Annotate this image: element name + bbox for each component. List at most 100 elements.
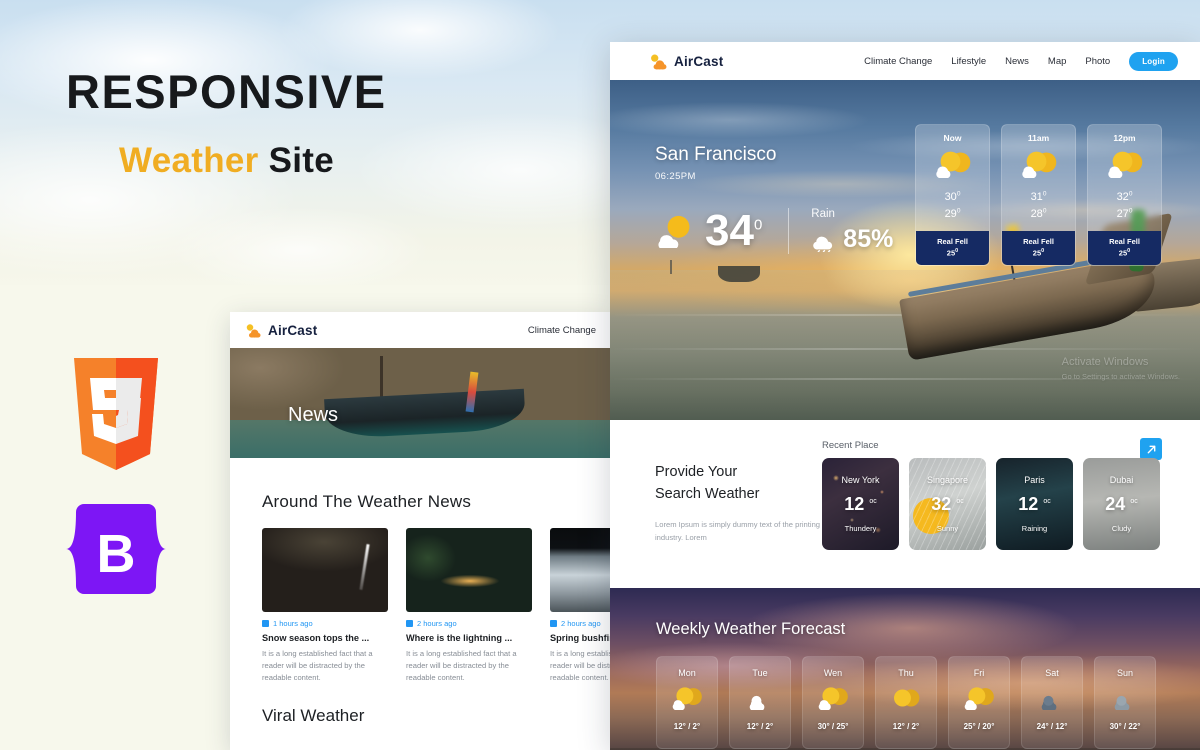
real-feel-label: Real Fell bbox=[937, 237, 968, 247]
hero-distant-mast bbox=[670, 260, 672, 274]
arrow-up-right-icon bbox=[1147, 445, 1155, 453]
rain-percentage: 85% bbox=[843, 225, 894, 253]
day-forecast-card[interactable]: Fri 25° / 20° bbox=[948, 656, 1010, 749]
clock-icon bbox=[550, 620, 557, 627]
current-temperature: 340 bbox=[705, 206, 763, 256]
news-headline[interactable]: Snow season tops the ... bbox=[262, 633, 388, 643]
hourly-forecast-list: Now 300 290 Real Fell 250 11am 310 280 R… bbox=[915, 124, 1162, 267]
sun-icon bbox=[894, 689, 920, 707]
poster-subtitle-accent: Weather bbox=[119, 141, 259, 180]
hourly-forecast-card[interactable]: 11am 310 280 Real Fell 250 bbox=[1001, 124, 1076, 267]
sun-behind-cloud-icon bbox=[672, 687, 702, 710]
day-forecast-card[interactable]: Sat 24° / 12° bbox=[1021, 656, 1083, 749]
nav-link-lifestyle[interactable]: Lifestyle bbox=[951, 56, 986, 67]
day-name: Thu bbox=[898, 668, 914, 678]
news-headline[interactable]: Where is the lightning ... bbox=[406, 633, 532, 643]
hero-banner: Activate Windows Go to Settings to activ… bbox=[610, 80, 1200, 420]
news-timestamp: 1 hours ago bbox=[273, 619, 313, 628]
hourly-forecast-card[interactable]: 12pm 320 270 Real Fell 250 bbox=[1087, 124, 1162, 267]
news-brand[interactable]: AirCast bbox=[244, 323, 317, 338]
news-thumbnail-snow bbox=[550, 528, 610, 612]
nav-link-climate-change[interactable]: Climate Change bbox=[864, 56, 932, 67]
nav-link-map[interactable]: Map bbox=[1048, 56, 1066, 67]
place-card[interactable]: New York 12 oc Thundery bbox=[822, 458, 899, 550]
day-temps: 30° / 22° bbox=[1109, 722, 1141, 731]
news-headline[interactable]: Spring bushfire outlo bbox=[550, 633, 610, 643]
place-card[interactable]: Singapore 32 oc Sunny bbox=[909, 458, 986, 550]
nav-link-news[interactable]: News bbox=[1005, 56, 1029, 67]
search-title-line2: Search Weather bbox=[655, 485, 760, 502]
sun-behind-cloud-icon bbox=[818, 687, 848, 710]
hour-low: 290 bbox=[944, 207, 961, 221]
news-nav-link-climate-change[interactable]: Climate Change bbox=[528, 325, 596, 336]
recent-place-next-button[interactable] bbox=[1140, 438, 1162, 460]
tech-logos: B bbox=[66, 358, 166, 594]
current-time: 06:25PM bbox=[655, 171, 696, 182]
news-hero-mast bbox=[380, 356, 383, 400]
day-temps: 12° / 2° bbox=[892, 722, 920, 731]
dark-cloud-icon bbox=[1041, 695, 1057, 711]
place-condition: Sunny bbox=[936, 524, 959, 533]
place-card[interactable]: Dubai 24 oc Cludy bbox=[1083, 458, 1160, 550]
day-forecast-card[interactable]: Mon 12° / 2° bbox=[656, 656, 718, 749]
day-temps: 12° / 2° bbox=[746, 722, 774, 731]
rain-label: Rain bbox=[811, 208, 835, 220]
day-forecast-card[interactable]: Wen 30° / 25° bbox=[802, 656, 864, 749]
news-list-item[interactable]: 2 hours ago Where is the lightning ... I… bbox=[406, 528, 532, 684]
news-thumbnail-storm bbox=[262, 528, 388, 612]
divider bbox=[788, 208, 790, 254]
sun-behind-cloud-icon bbox=[1021, 151, 1056, 178]
real-feel-label: Real Fell bbox=[1109, 237, 1140, 247]
place-condition: Thundery bbox=[844, 524, 877, 533]
search-title-line1: Provide Your bbox=[655, 464, 738, 480]
day-name: Sat bbox=[1045, 668, 1059, 678]
windows-watermark: Activate Windows Go to Settings to activ… bbox=[1062, 354, 1180, 382]
real-feel-value: 25 bbox=[946, 248, 956, 258]
weather-logo-icon bbox=[651, 54, 667, 69]
hourly-forecast-card[interactable]: Now 300 290 Real Fell 250 bbox=[915, 124, 990, 267]
rain-cloud-icon bbox=[813, 236, 833, 252]
hour-real-feel: Real Fell 250 bbox=[916, 231, 989, 266]
day-forecast-card[interactable]: Sun 30° / 22° bbox=[1094, 656, 1156, 749]
place-temp: 24 oc bbox=[1105, 494, 1138, 514]
day-forecast-card[interactable]: Tue 12° / 2° bbox=[729, 656, 791, 749]
news-meta: 1 hours ago bbox=[262, 619, 388, 628]
main-nav-links: Climate Change Lifestyle News Map Photo … bbox=[864, 51, 1178, 71]
bootstrap-logo: B bbox=[66, 504, 166, 594]
news-timestamp: 2 hours ago bbox=[561, 619, 601, 628]
day-name: Tue bbox=[752, 668, 768, 678]
hour-low: 280 bbox=[1030, 207, 1047, 221]
day-name: Mon bbox=[678, 668, 696, 678]
search-weather-section: Provide Your Search Weather Lorem Ipsum … bbox=[610, 420, 1200, 588]
news-list-item[interactable]: 1 hours ago Snow season tops the ... It … bbox=[262, 528, 388, 684]
sun-behind-cloud-icon bbox=[1107, 151, 1142, 178]
news-meta: 2 hours ago bbox=[550, 619, 610, 628]
news-content: Around The Weather News 1 hours ago Snow… bbox=[230, 458, 610, 726]
news-timestamp: 2 hours ago bbox=[417, 619, 457, 628]
cloud-icon bbox=[749, 695, 765, 711]
place-card[interactable]: Paris 12 oc Raining bbox=[996, 458, 1073, 550]
day-name: Fri bbox=[973, 668, 985, 678]
news-thumbnail-town bbox=[406, 528, 532, 612]
rain-value-row: 85% bbox=[811, 225, 893, 254]
day-forecast-card[interactable]: Thu 12° / 2° bbox=[875, 656, 937, 749]
day-name: Sun bbox=[1116, 668, 1133, 678]
recent-place-label: Recent Place bbox=[822, 440, 879, 451]
login-button[interactable]: Login bbox=[1129, 51, 1178, 71]
hour-high: 320 bbox=[1116, 190, 1133, 203]
news-list-item[interactable]: 2 hours ago Spring bushfire outlo It is … bbox=[550, 528, 610, 684]
place-temp: 12 oc bbox=[844, 494, 877, 514]
nav-link-photo[interactable]: Photo bbox=[1085, 56, 1110, 67]
grey-cloud-icon bbox=[1114, 695, 1130, 711]
news-navbar: AirCast Climate Change bbox=[230, 312, 610, 348]
weekly-forecast-section: Weekly Weather Forecast Mon 12° / 2° Tue… bbox=[610, 588, 1200, 750]
place-name: Dubai bbox=[1109, 475, 1134, 485]
poster-subtitle-rest: Site bbox=[258, 141, 334, 180]
main-browser-window: AirCast Climate Change Lifestyle News Ma… bbox=[610, 42, 1200, 750]
place-unit: oc bbox=[956, 498, 964, 505]
news-excerpt: It is a long established fact that a rea… bbox=[406, 649, 517, 683]
day-temps: 25° / 20° bbox=[963, 722, 995, 731]
current-temp-row: 340 Rain 85% bbox=[655, 208, 893, 254]
main-brand[interactable]: AirCast bbox=[648, 53, 723, 70]
watermark-line-2: Go to Settings to activate Windows. bbox=[1061, 371, 1180, 381]
